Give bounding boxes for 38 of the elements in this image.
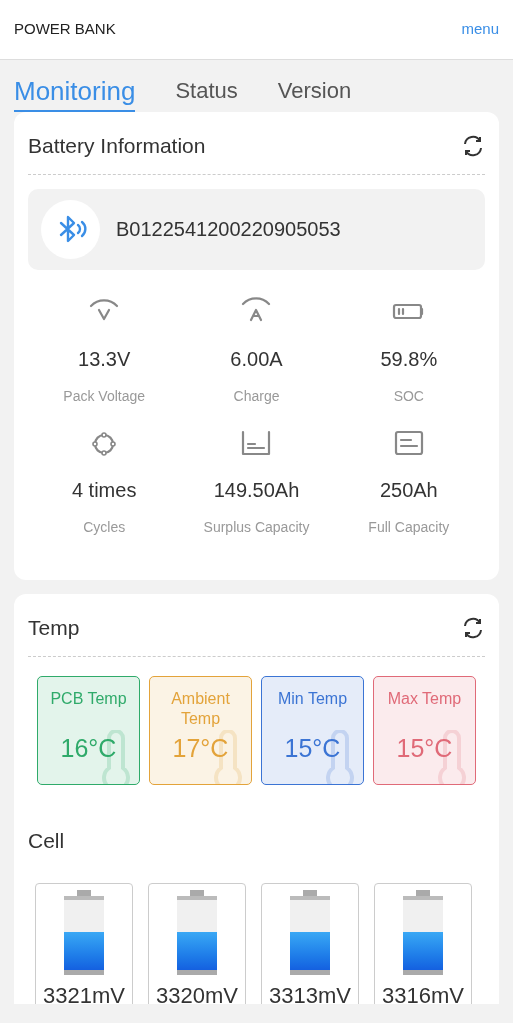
battery-cell-icon <box>177 890 217 975</box>
battery-cell-icon <box>290 890 330 975</box>
battery-cell-icon <box>64 890 104 975</box>
temp-label: Ambient Temp <box>170 688 231 729</box>
temp-value: 16°C <box>60 733 117 764</box>
temp-value: 17°C <box>172 733 229 764</box>
refresh-icon[interactable] <box>461 615 485 640</box>
temp-value: 15°C <box>396 733 453 764</box>
tab[interactable]: Status <box>175 74 238 112</box>
metric-label: Full Capacity <box>368 517 450 537</box>
metric-value: 13.3V <box>78 346 131 372</box>
device-id: B0122541200220905053 <box>116 217 341 242</box>
section-title: Cell <box>28 827 66 854</box>
cell-voltage: 3320mV <box>156 982 238 1004</box>
metric-value: 149.50Ah <box>213 477 300 503</box>
card-title: Battery Information <box>28 133 206 159</box>
cell-voltage: 3321mV <box>43 982 125 1004</box>
temp-label: Max Temp <box>386 688 463 709</box>
cell-voltage: 3313mV <box>269 982 351 1004</box>
card-title: Temp <box>28 615 80 641</box>
temp-label: PCB Temp <box>49 688 128 709</box>
metric-label: Pack Voltage <box>63 386 146 406</box>
metric-value: 6.00A <box>230 346 283 372</box>
temp-value: 15°C <box>284 733 341 764</box>
metric-label: SOC <box>393 386 424 406</box>
tab[interactable]: Version <box>277 74 352 112</box>
refresh-icon[interactable] <box>461 133 485 158</box>
temp-label: Min Temp <box>276 688 349 709</box>
metric-label: Cycles <box>83 517 126 537</box>
metric-value: 4 times <box>71 477 137 503</box>
metric-value: 59.8% <box>380 346 438 372</box>
menu-link[interactable]: menu <box>461 18 499 41</box>
app-title: POWER BANK <box>14 19 116 40</box>
metric-label: Surplus Capacity <box>203 517 310 537</box>
metric-value: 250Ah <box>379 477 438 503</box>
cell-voltage: 3316mV <box>382 982 464 1004</box>
battery-cell-icon <box>403 890 443 975</box>
metric-label: Charge <box>233 386 280 406</box>
